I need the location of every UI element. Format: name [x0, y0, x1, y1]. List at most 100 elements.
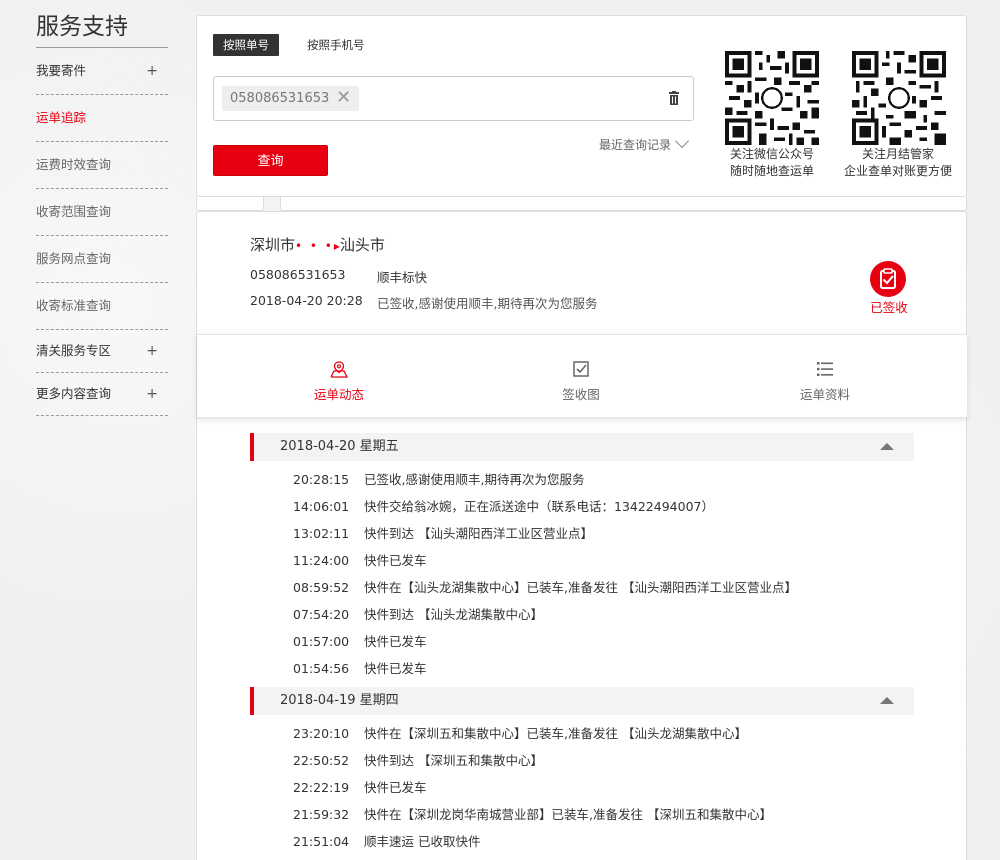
day-title: 2018-04-20 星期五	[280, 439, 399, 454]
event-time: 23:20:10	[293, 726, 350, 741]
expand-plus-icon[interactable]: +	[146, 330, 158, 372]
sidebar-item-label: 清关服务专区	[36, 343, 112, 358]
event-desc: 顺丰速运 已收取快件	[364, 834, 481, 849]
list-icon	[817, 362, 833, 376]
event-desc: 快件在【汕头龙湖集散中心】已装车,准备发往 【汕头潮阳西洋工业区营业点】	[364, 580, 797, 595]
event-time: 01:57:00	[293, 634, 350, 649]
sidebar-item-send[interactable]: 我要寄件 +	[36, 48, 168, 95]
tracking-event: 11:24:00 快件已发车	[197, 547, 967, 574]
tab-by-waybill[interactable]: 按照单号	[213, 34, 279, 56]
event-desc: 已签收,感谢使用顺丰,期待再次为您服务	[364, 472, 585, 487]
sidebar-item-range[interactable]: 收寄范围查询	[36, 189, 168, 236]
sidebar-item-outlets[interactable]: 服务网点查询	[36, 236, 168, 283]
detail-tabs: 运单动态 签收图 运单资料	[197, 334, 967, 418]
tab-waybill-tracking[interactable]: 运单动态	[289, 360, 389, 403]
tracking-event: 20:28:15 已签收,感谢使用顺丰,期待再次为您服务	[197, 466, 967, 493]
origin-city: 深圳市	[250, 236, 296, 254]
sidebar-item-label: 运单追踪	[36, 110, 87, 125]
signed-clipboard-icon	[870, 261, 906, 297]
sidebar-item-label: 收寄标准查询	[36, 298, 112, 313]
day-header[interactable]: 2018-04-20 星期五	[250, 433, 914, 461]
event-time: 01:54:56	[293, 661, 350, 676]
tab-waybill-info[interactable]: 运单资料	[775, 360, 875, 403]
event-time: 13:02:11	[293, 526, 350, 541]
route-summary: 深圳市• • •▸汕头市	[250, 234, 385, 255]
event-time: 11:24:00	[293, 553, 350, 568]
sidebar-item-standards[interactable]: 收寄标准查询	[36, 283, 168, 330]
recent-queries-toggle[interactable]: 最近查询记录	[599, 133, 690, 153]
tracking-event: 14:06:01 快件交给翁冰婉，正在派送途中（联系电话：13422494007）	[197, 493, 967, 520]
tab-label: 运单动态	[313, 387, 364, 402]
trash-icon[interactable]	[669, 91, 679, 105]
chevron-down-icon	[674, 133, 690, 149]
sidebar-item-label: 收寄范围查询	[36, 204, 112, 219]
event-time: 20:28:15	[293, 472, 350, 487]
tab-signature-image[interactable]: 签收图	[531, 360, 631, 403]
monthly-qr-code-icon	[852, 51, 946, 145]
tracking-event: 22:50:52 快件到达 【深圳五和集散中心】	[197, 747, 967, 774]
event-time: 14:06:01	[293, 499, 350, 514]
waybill-result-panel: 深圳市• • •▸汕头市 058086531653 顺丰标快 2018-04-2…	[196, 211, 967, 860]
event-desc: 快件交给翁冰婉，正在派送途中（联系电话：13422494007）	[364, 499, 714, 514]
sidebar-item-tracking[interactable]: 运单追踪	[36, 95, 168, 142]
signature-image-icon	[573, 361, 589, 377]
day-header[interactable]: 2018-04-19 星期四	[250, 687, 914, 715]
map-pin-icon	[330, 361, 348, 378]
collapse-up-icon[interactable]	[880, 443, 894, 450]
sidebar-item-label: 我要寄件	[36, 63, 87, 78]
tracking-event: 23:20:10 快件在【深圳五和集散中心】已装车,准备发往 【汕头龙湖集散中心】	[197, 720, 967, 747]
sidebar: 服务支持 我要寄件 + 运单追踪 运费时效查询 收寄范围查询 服务网点查询 收寄…	[36, 10, 168, 416]
recent-queries-label: 最近查询记录	[599, 138, 672, 152]
route-dots: • • •	[295, 239, 334, 253]
waybill-number: 058086531653	[250, 267, 346, 282]
event-desc: 快件已发车	[364, 661, 427, 676]
wechat-qr-code-icon	[725, 51, 819, 145]
query-button[interactable]: 查询	[213, 145, 328, 176]
chip-remove-icon[interactable]: ✕	[336, 86, 351, 110]
wechat-caption-line-2: 随时随地查运单	[729, 164, 814, 178]
sidebar-item-label: 更多内容查询	[36, 386, 112, 401]
event-time: 21:59:32	[293, 807, 350, 822]
sidebar-item-label: 运费时效查询	[36, 157, 112, 172]
tracking-event: 21:59:32 快件在【深圳龙岗华南城营业部】已装车,准备发往 【深圳五和集散中…	[197, 801, 967, 828]
sign-message: 已签收,感谢使用顺丰,期待再次为您服务	[377, 296, 598, 311]
service-type: 顺丰标快	[377, 270, 428, 285]
destination-city: 汕头市	[339, 236, 385, 254]
expand-plus-icon[interactable]: +	[146, 48, 158, 94]
tracking-event: 22:22:19 快件已发车	[197, 774, 967, 801]
sidebar-item-more[interactable]: 更多内容查询 +	[36, 373, 168, 416]
sidebar-item-label: 服务网点查询	[36, 251, 112, 266]
waybill-chip: 058086531653 ✕	[222, 86, 360, 111]
monthly-qr-caption: 关注月结管家 企业查单对账更方便	[833, 146, 963, 180]
event-time: 22:22:19	[293, 780, 350, 795]
event-time: 07:54:20	[293, 607, 350, 622]
tab-label: 签收图	[562, 387, 600, 402]
event-desc: 快件在【深圳五和集散中心】已装车,准备发往 【汕头龙湖集散中心】	[364, 726, 747, 741]
tab-label: 运单资料	[799, 387, 850, 402]
monthly-caption-line-2: 企业查单对账更方便	[843, 164, 952, 178]
event-desc: 快件已发车	[364, 634, 427, 649]
event-desc: 快件已发车	[364, 553, 427, 568]
sidebar-item-freight[interactable]: 运费时效查询	[36, 142, 168, 189]
event-desc: 快件到达 【深圳五和集散中心】	[364, 753, 543, 768]
wechat-qr-caption: 关注微信公众号 随时随地查运单	[709, 146, 835, 180]
collapse-up-icon[interactable]	[880, 697, 894, 704]
waybill-search-input[interactable]: 058086531653 ✕	[213, 76, 694, 121]
search-panel: 按照单号 按照手机号 058086531653 ✕ 最近查询记录 查询 关注微信…	[196, 15, 967, 197]
sign-time: 2018-04-20 20:28	[250, 293, 363, 308]
tracking-event: 13:02:11 快件到达 【汕头潮阳西洋工业区营业点】	[197, 520, 967, 547]
tracking-event: 07:54:20 快件到达 【汕头龙湖集散中心】	[197, 601, 967, 628]
day-title: 2018-04-19 星期四	[280, 693, 399, 708]
tab-by-phone[interactable]: 按照手机号	[307, 34, 365, 56]
event-desc: 快件在【深圳龙岗华南城营业部】已装车,准备发往 【深圳五和集散中心】	[364, 807, 772, 822]
sidebar-item-customs[interactable]: 清关服务专区 +	[36, 330, 168, 373]
waybill-chip-value: 058086531653	[230, 91, 330, 106]
event-time: 21:51:04	[293, 834, 350, 849]
event-desc: 快件到达 【汕头潮阳西洋工业区营业点】	[364, 526, 593, 541]
panel-divider	[280, 197, 967, 211]
event-time: 22:50:52	[293, 753, 350, 768]
expand-plus-icon[interactable]: +	[146, 373, 158, 415]
tracking-event: 08:59:52 快件在【汕头龙湖集散中心】已装车,准备发往 【汕头潮阳西洋工业区…	[197, 574, 967, 601]
monthly-caption-line-1: 关注月结管家	[861, 147, 934, 161]
sidebar-title: 服务支持	[36, 10, 168, 48]
